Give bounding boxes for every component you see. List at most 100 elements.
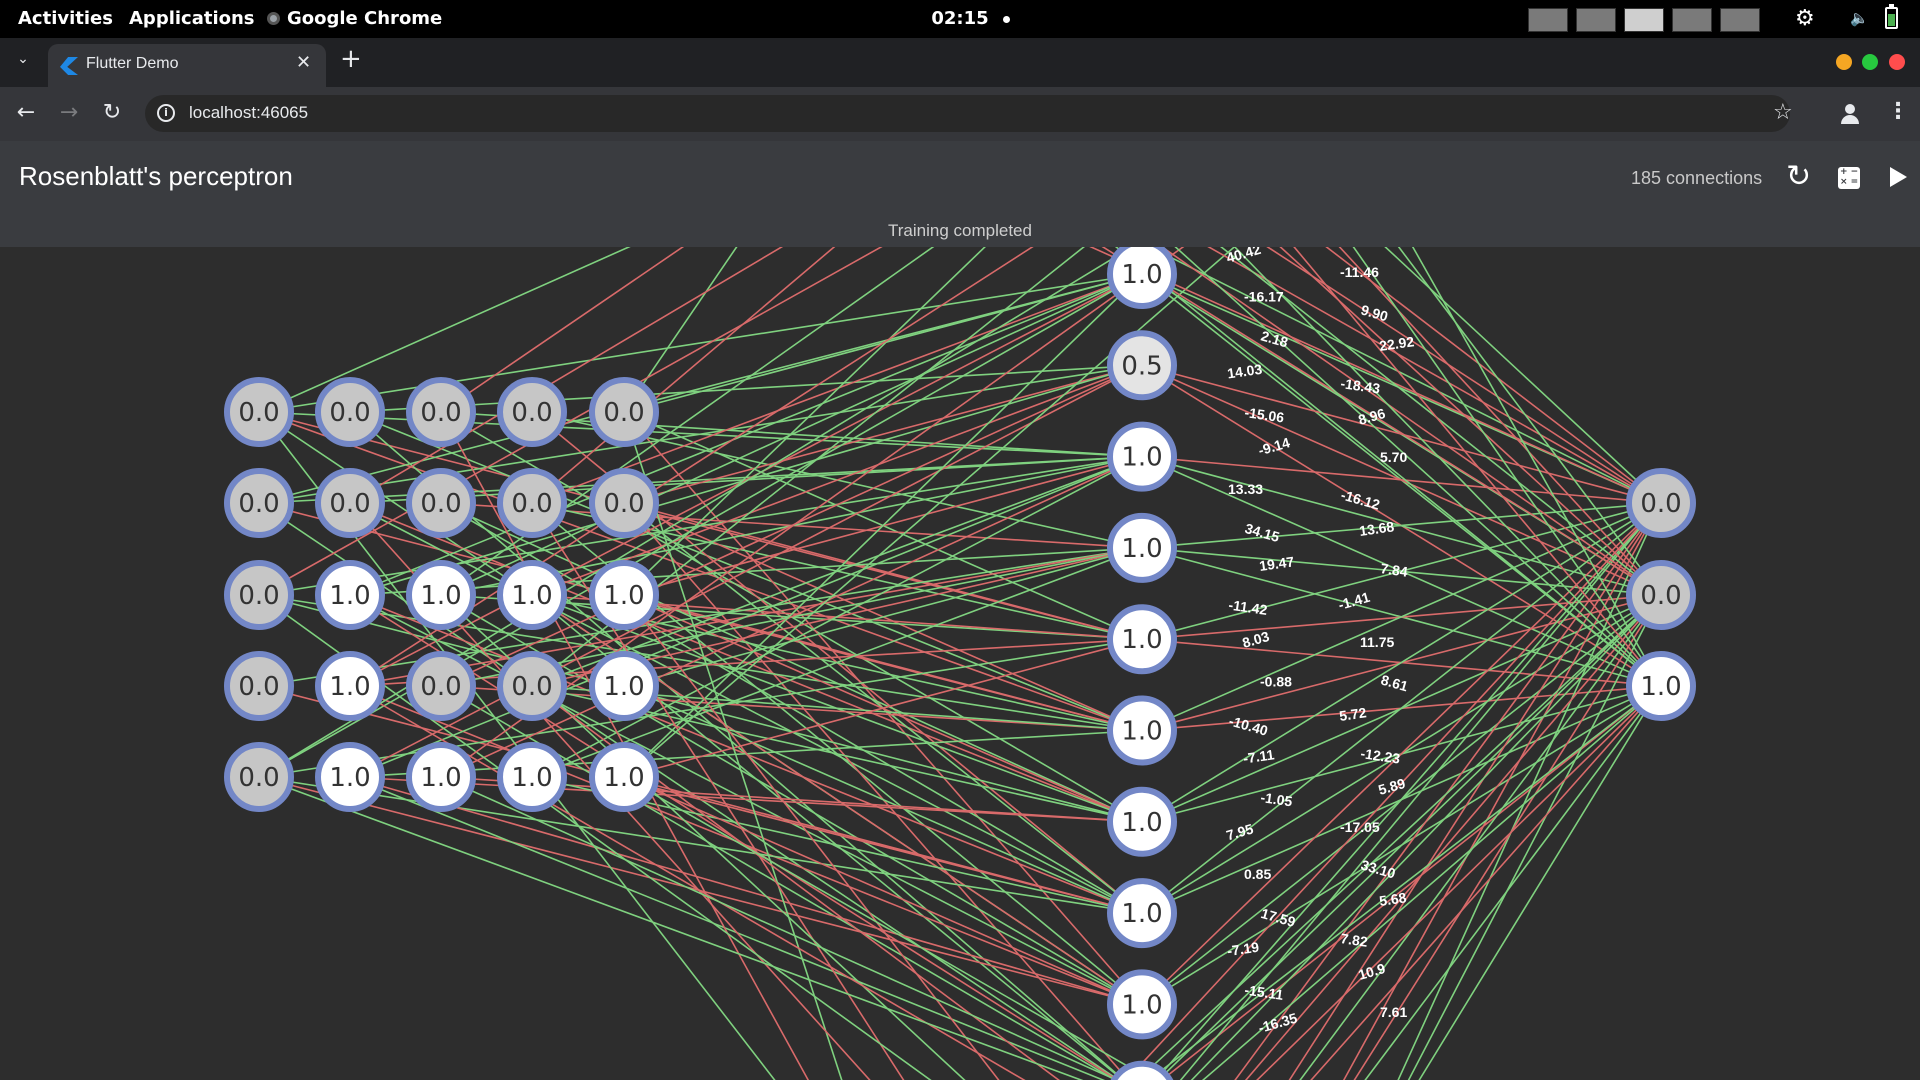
input-node-0-1[interactable]: 0.0 xyxy=(315,377,385,447)
node-value: 1.0 xyxy=(1121,443,1162,473)
input-node-1-3[interactable]: 0.0 xyxy=(497,468,567,538)
hidden-node-3[interactable]: 1.0 xyxy=(1107,512,1177,583)
input-node-4-2[interactable]: 1.0 xyxy=(406,742,476,812)
hidden-node-8[interactable]: 1.0 xyxy=(1107,969,1177,1040)
hidden-node-4[interactable]: 1.0 xyxy=(1107,604,1177,675)
applications-menu[interactable]: Applications xyxy=(129,0,255,38)
close-window-button[interactable] xyxy=(1889,54,1905,70)
workspace-4[interactable] xyxy=(1672,8,1712,32)
weight-label: 7.95 xyxy=(1224,820,1255,843)
weight-label: 7.82 xyxy=(1340,930,1369,950)
chevron-down-icon[interactable]: ⌄ xyxy=(12,48,34,70)
weight-label: -1.41 xyxy=(1336,589,1371,613)
input-node-1-4[interactable]: 0.0 xyxy=(589,468,659,538)
close-icon[interactable]: ✕ xyxy=(296,52,311,73)
input-node-0-2[interactable]: 0.0 xyxy=(406,377,476,447)
weight-label: -16.12 xyxy=(1339,487,1382,513)
weight-label: 40.42 xyxy=(1224,247,1262,266)
input-node-1-0[interactable]: 0.0 xyxy=(224,468,294,538)
output-node-1[interactable]: 0.0 xyxy=(1626,560,1696,630)
weight-label: 5.89 xyxy=(1376,775,1407,798)
input-node-2-3[interactable]: 1.0 xyxy=(497,560,567,630)
input-node-3-0[interactable]: 0.0 xyxy=(224,651,294,721)
node-value: 1.0 xyxy=(1121,990,1162,1020)
node-value: 1.0 xyxy=(420,581,461,611)
node-value: 1.0 xyxy=(1121,625,1162,655)
volume-icon[interactable]: 🔈 xyxy=(1850,9,1869,27)
reload-icon[interactable]: ↻ xyxy=(98,99,126,127)
output-node-0[interactable]: 0.0 xyxy=(1626,468,1696,538)
hidden-node-1[interactable]: 0.5 xyxy=(1107,330,1177,401)
training-status: Training completed xyxy=(888,221,1032,240)
weight-label: -10.40 xyxy=(1227,713,1270,739)
input-node-0-3[interactable]: 0.0 xyxy=(497,377,567,447)
gear-icon[interactable]: ⚙ xyxy=(1795,8,1817,30)
minimize-window-button[interactable] xyxy=(1836,54,1852,70)
input-node-2-2[interactable]: 1.0 xyxy=(406,560,476,630)
bookmark-star-icon[interactable]: ☆ xyxy=(1773,100,1793,125)
maximize-window-button[interactable] xyxy=(1862,54,1878,70)
battery-icon[interactable] xyxy=(1885,4,1898,29)
kebab-menu-icon[interactable]: ⋮ xyxy=(1887,99,1909,124)
workspace-5[interactable] xyxy=(1720,8,1760,32)
input-node-1-2[interactable]: 0.0 xyxy=(406,468,476,538)
hidden-node-0[interactable]: 1.0 xyxy=(1107,247,1177,309)
refresh-icon[interactable]: ↻ xyxy=(1786,159,1811,194)
weight-label: 34.15 xyxy=(1243,520,1281,545)
input-node-0-4[interactable]: 0.0 xyxy=(589,377,659,447)
flutter-favicon-icon xyxy=(60,57,78,75)
input-node-3-4[interactable]: 1.0 xyxy=(589,651,659,721)
input-node-3-1[interactable]: 1.0 xyxy=(315,651,385,721)
clock[interactable]: 02:15 xyxy=(904,0,1016,38)
node-value: 0.5 xyxy=(1121,351,1162,381)
connection-hidden-output xyxy=(1397,247,1662,596)
input-node-4-1[interactable]: 1.0 xyxy=(315,742,385,812)
workspace-3[interactable] xyxy=(1624,8,1664,32)
hidden-node-6[interactable]: 1.0 xyxy=(1107,786,1177,857)
weight-label: -11.46 xyxy=(1340,264,1379,280)
input-node-1-1[interactable]: 0.0 xyxy=(315,468,385,538)
focused-app-menu[interactable]: Google Chrome xyxy=(267,0,442,38)
node-value: 0.0 xyxy=(420,398,461,428)
node-value: 0.0 xyxy=(238,489,279,519)
input-node-3-2[interactable]: 0.0 xyxy=(406,651,476,721)
hidden-node-2[interactable]: 1.0 xyxy=(1107,421,1177,492)
input-node-3-3[interactable]: 0.0 xyxy=(497,651,567,721)
weight-label: -15.11 xyxy=(1244,982,1285,1003)
weight-label: -18.43 xyxy=(1340,375,1382,396)
input-node-0-0[interactable]: 0.0 xyxy=(224,377,294,447)
profile-avatar-icon[interactable] xyxy=(1837,102,1863,128)
new-tab-plus-icon[interactable]: + xyxy=(340,44,362,74)
play-icon[interactable] xyxy=(1890,167,1907,187)
input-node-2-4[interactable]: 1.0 xyxy=(589,560,659,630)
app-bar: Rosenblatt's perceptron 185 connections … xyxy=(0,141,1920,247)
calculate-icon[interactable] xyxy=(1838,167,1860,189)
address-bar[interactable]: i localhost:46065 xyxy=(145,95,1790,132)
input-node-4-0[interactable]: 0.0 xyxy=(224,742,294,812)
activities-button[interactable]: Activities xyxy=(18,0,113,38)
workspace-2[interactable] xyxy=(1576,8,1616,32)
input-node-4-4[interactable]: 1.0 xyxy=(589,742,659,812)
hidden-node-5[interactable]: 1.0 xyxy=(1107,695,1177,766)
node-value: 1.0 xyxy=(511,581,552,611)
weight-label: 19.47 xyxy=(1258,553,1295,574)
input-node-2-1[interactable]: 1.0 xyxy=(315,560,385,630)
input-node-4-3[interactable]: 1.0 xyxy=(497,742,567,812)
weight-label: 13.68 xyxy=(1358,518,1395,539)
weight-label: 8.61 xyxy=(1379,672,1410,695)
focused-app-label: Google Chrome xyxy=(287,8,443,29)
site-info-icon[interactable]: i xyxy=(157,104,175,122)
workspace-1[interactable] xyxy=(1528,8,1568,32)
node-value: 0.0 xyxy=(511,489,552,519)
back-arrow-icon[interactable]: ← xyxy=(12,99,40,127)
tab-flutter-demo[interactable]: Flutter Demo ✕ xyxy=(48,44,326,87)
weight-label: 33.10 xyxy=(1359,857,1397,882)
forward-arrow-icon[interactable]: → xyxy=(55,99,83,127)
hidden-node-9[interactable]: 1.0 xyxy=(1110,1060,1174,1080)
output-node-2[interactable]: 1.0 xyxy=(1626,651,1696,721)
hidden-node-7[interactable]: 1.0 xyxy=(1107,878,1177,949)
input-node-2-0[interactable]: 0.0 xyxy=(224,560,294,630)
weight-label: 22.92 xyxy=(1378,333,1415,354)
connection-hidden-output xyxy=(1384,247,1662,504)
node-value: 0.0 xyxy=(1640,489,1681,519)
